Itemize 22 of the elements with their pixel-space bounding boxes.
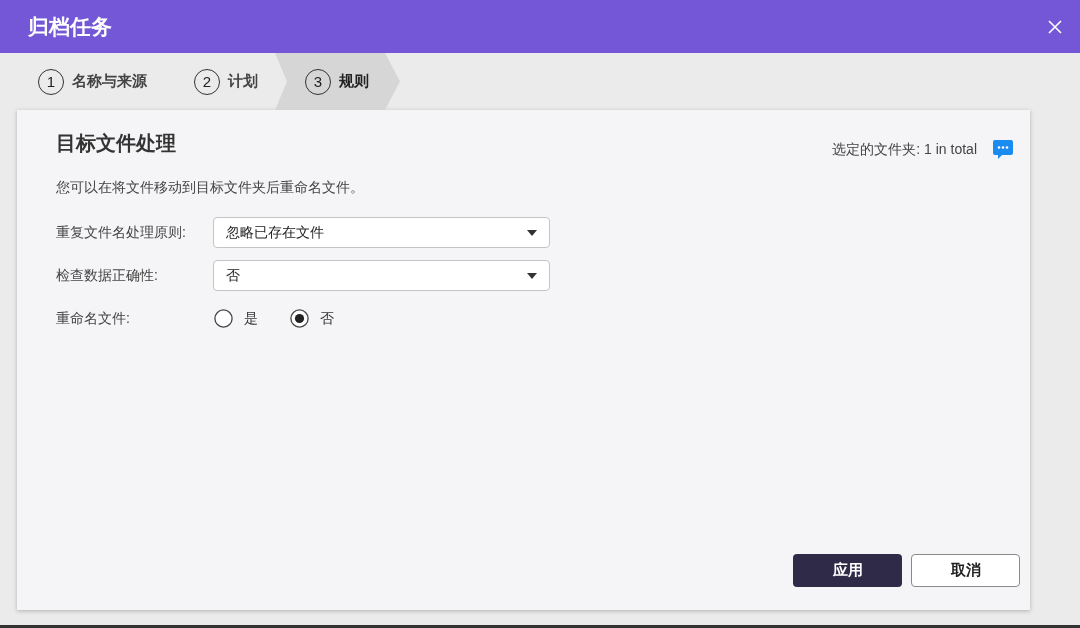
wizard-step-tab[interactable]: 3 规则 (275, 53, 400, 110)
radio-button[interactable] (214, 309, 233, 328)
field-label: 检查数据正确性: (56, 266, 159, 285)
wizard-step-tab[interactable]: 2 计划 (164, 53, 275, 110)
wizard-step-tab[interactable]: 1 名称与来源 (8, 53, 164, 110)
close-icon[interactable] (1048, 19, 1062, 34)
dropdown-field[interactable]: 忽略已存在文件 (213, 217, 550, 248)
caret-icon (527, 229, 537, 236)
apply-button[interactable]: 应用 (793, 554, 902, 587)
field-label: 重复文件名处理原则: (56, 223, 187, 242)
window-title: 归档任务 (28, 13, 112, 40)
field-label: 重命名文件: (56, 309, 131, 328)
speech-bubble-icon[interactable] (993, 140, 1013, 159)
description-text: 您可以在将文件移动到目标文件夹后重命名文件。 (56, 179, 364, 197)
section-heading: 目标文件处理 (56, 131, 176, 156)
radio-label: 否 (320, 309, 334, 328)
caret-icon (527, 272, 537, 279)
radio-label: 是 (244, 309, 258, 328)
dropdown-field[interactable]: 否 (213, 260, 550, 291)
radio-button[interactable] (290, 309, 309, 328)
cancel-button[interactable]: 取消 (911, 554, 1020, 587)
selection-summary: 选定的文件夹: 1 in total (832, 140, 977, 159)
